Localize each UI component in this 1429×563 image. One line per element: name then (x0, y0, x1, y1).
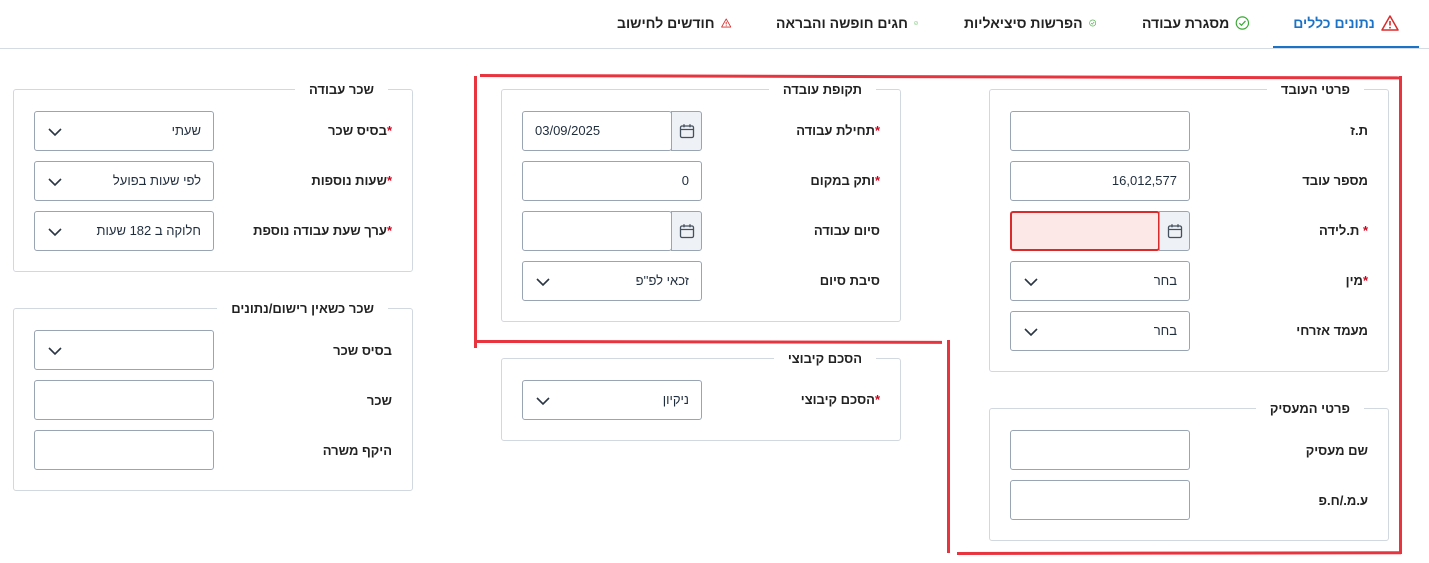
tab-label: מסגרת עבודה (1142, 15, 1230, 31)
start-date-input[interactable]: 03/09/2025 (522, 111, 672, 151)
tab-bar: נתונים כללים מסגרת עבודה הפרשות סיציאליו… (0, 0, 1429, 49)
calendar-icon (679, 124, 695, 139)
calendar-icon (1167, 224, 1183, 239)
end-date-calendar-button[interactable] (671, 211, 702, 251)
marital-status-label: מעמד אזרחי (1296, 323, 1368, 338)
gender-label: *מין (1345, 273, 1368, 288)
end-date-input[interactable] (522, 211, 672, 251)
wage-basis-label: *בסיס שכר (328, 123, 392, 138)
panel-title: פרטי המעסיק (1269, 401, 1350, 416)
tab-work-framework[interactable]: מסגרת עבודה (1142, 0, 1250, 46)
wage-basis-select[interactable]: שעתי (34, 111, 214, 151)
birth-date-label: * ת.לידה (1319, 223, 1368, 238)
chevron-down-icon (48, 228, 62, 237)
panel-title: הסכם קיבוצי (787, 351, 862, 366)
position-scope-label: היקף משרה (322, 443, 392, 458)
unregistered-wage-input[interactable] (34, 380, 214, 420)
employer-name-label: שם מעסיק (1305, 443, 1368, 458)
employer-name-input[interactable] (1010, 430, 1190, 470)
marital-status-select[interactable]: בחר (1010, 311, 1190, 351)
end-date-label: סיום עבודה (813, 223, 880, 238)
chevron-down-icon (48, 347, 62, 356)
start-date-label: *תחילת עבודה (796, 123, 880, 138)
tab-label: חודשים לחישוב (617, 15, 715, 31)
panel-title: תקופת עובדה (782, 82, 862, 97)
chevron-down-icon (536, 397, 550, 406)
id-input[interactable] (1010, 111, 1190, 151)
panel-title: שכר כשאין רישום/נתונים (231, 301, 374, 316)
seniority-input[interactable]: 0 (522, 161, 702, 201)
gender-select[interactable]: בחר (1010, 261, 1190, 301)
agreement-select[interactable]: ניקיון (522, 380, 702, 420)
warning-icon (1381, 15, 1399, 31)
overtime-rate-label: *ערך שעת עבודה נוספת (253, 223, 392, 238)
birth-date-calendar-button[interactable] (1159, 211, 1190, 251)
id-label: ת.ז (1350, 123, 1368, 138)
chevron-down-icon (536, 278, 550, 287)
birth-date-input[interactable] (1010, 211, 1160, 251)
position-scope-input[interactable] (34, 430, 214, 470)
employee-number-label: מספר עובד (1302, 173, 1368, 188)
check-circle-icon (1088, 19, 1096, 27)
chevron-down-icon (48, 128, 62, 137)
panel-title: פרטי העובד (1280, 82, 1350, 97)
check-circle-icon (914, 21, 918, 25)
overtime-label: *שעות נוספות (311, 173, 392, 188)
tab-label: נתונים כללים (1293, 15, 1375, 31)
chevron-down-icon (1024, 328, 1038, 337)
tab-general-data[interactable]: נתונים כללים (1273, 0, 1419, 48)
tab-calculation-months[interactable]: חודשים לחישוב (617, 0, 731, 46)
tab-label: חגים חופשה והבראה (776, 15, 908, 31)
warning-icon (720, 18, 731, 28)
company-id-input[interactable] (1010, 480, 1190, 520)
check-circle-icon (1235, 16, 1250, 30)
termination-reason-label: סיבת סיום (819, 273, 880, 288)
panel-title: שכר עבודה (308, 82, 374, 97)
calendar-icon (679, 224, 695, 239)
chevron-down-icon (48, 178, 62, 187)
unregistered-wage-label: שכר (366, 393, 392, 408)
company-id-label: ע.מ./ח.פ (1318, 493, 1369, 508)
tab-social-provisions[interactable]: הפרשות סיציאליות (964, 0, 1096, 46)
overtime-select[interactable]: לפי שעות בפועל (34, 161, 214, 201)
start-date-calendar-button[interactable] (671, 111, 702, 151)
seniority-label: *ותק במקום (810, 173, 880, 188)
employee-number-input[interactable]: 16,012,577 (1010, 161, 1190, 201)
unregistered-basis-select[interactable] (34, 330, 214, 370)
employer-details-panel: פרטי המעסיק (989, 401, 1389, 541)
tab-label: הפרשות סיציאליות (964, 15, 1083, 31)
chevron-down-icon (1024, 278, 1038, 287)
agreement-label: *הסכם קיבוצי (800, 392, 880, 407)
tab-holidays-vacation[interactable]: חגים חופשה והבראה (776, 0, 918, 46)
unregistered-basis-label: בסיס שכר (333, 343, 392, 358)
termination-reason-select[interactable]: זכאי לפ''פ (522, 261, 702, 301)
overtime-rate-select[interactable]: חלוקה ב 182 שעות (34, 211, 214, 251)
